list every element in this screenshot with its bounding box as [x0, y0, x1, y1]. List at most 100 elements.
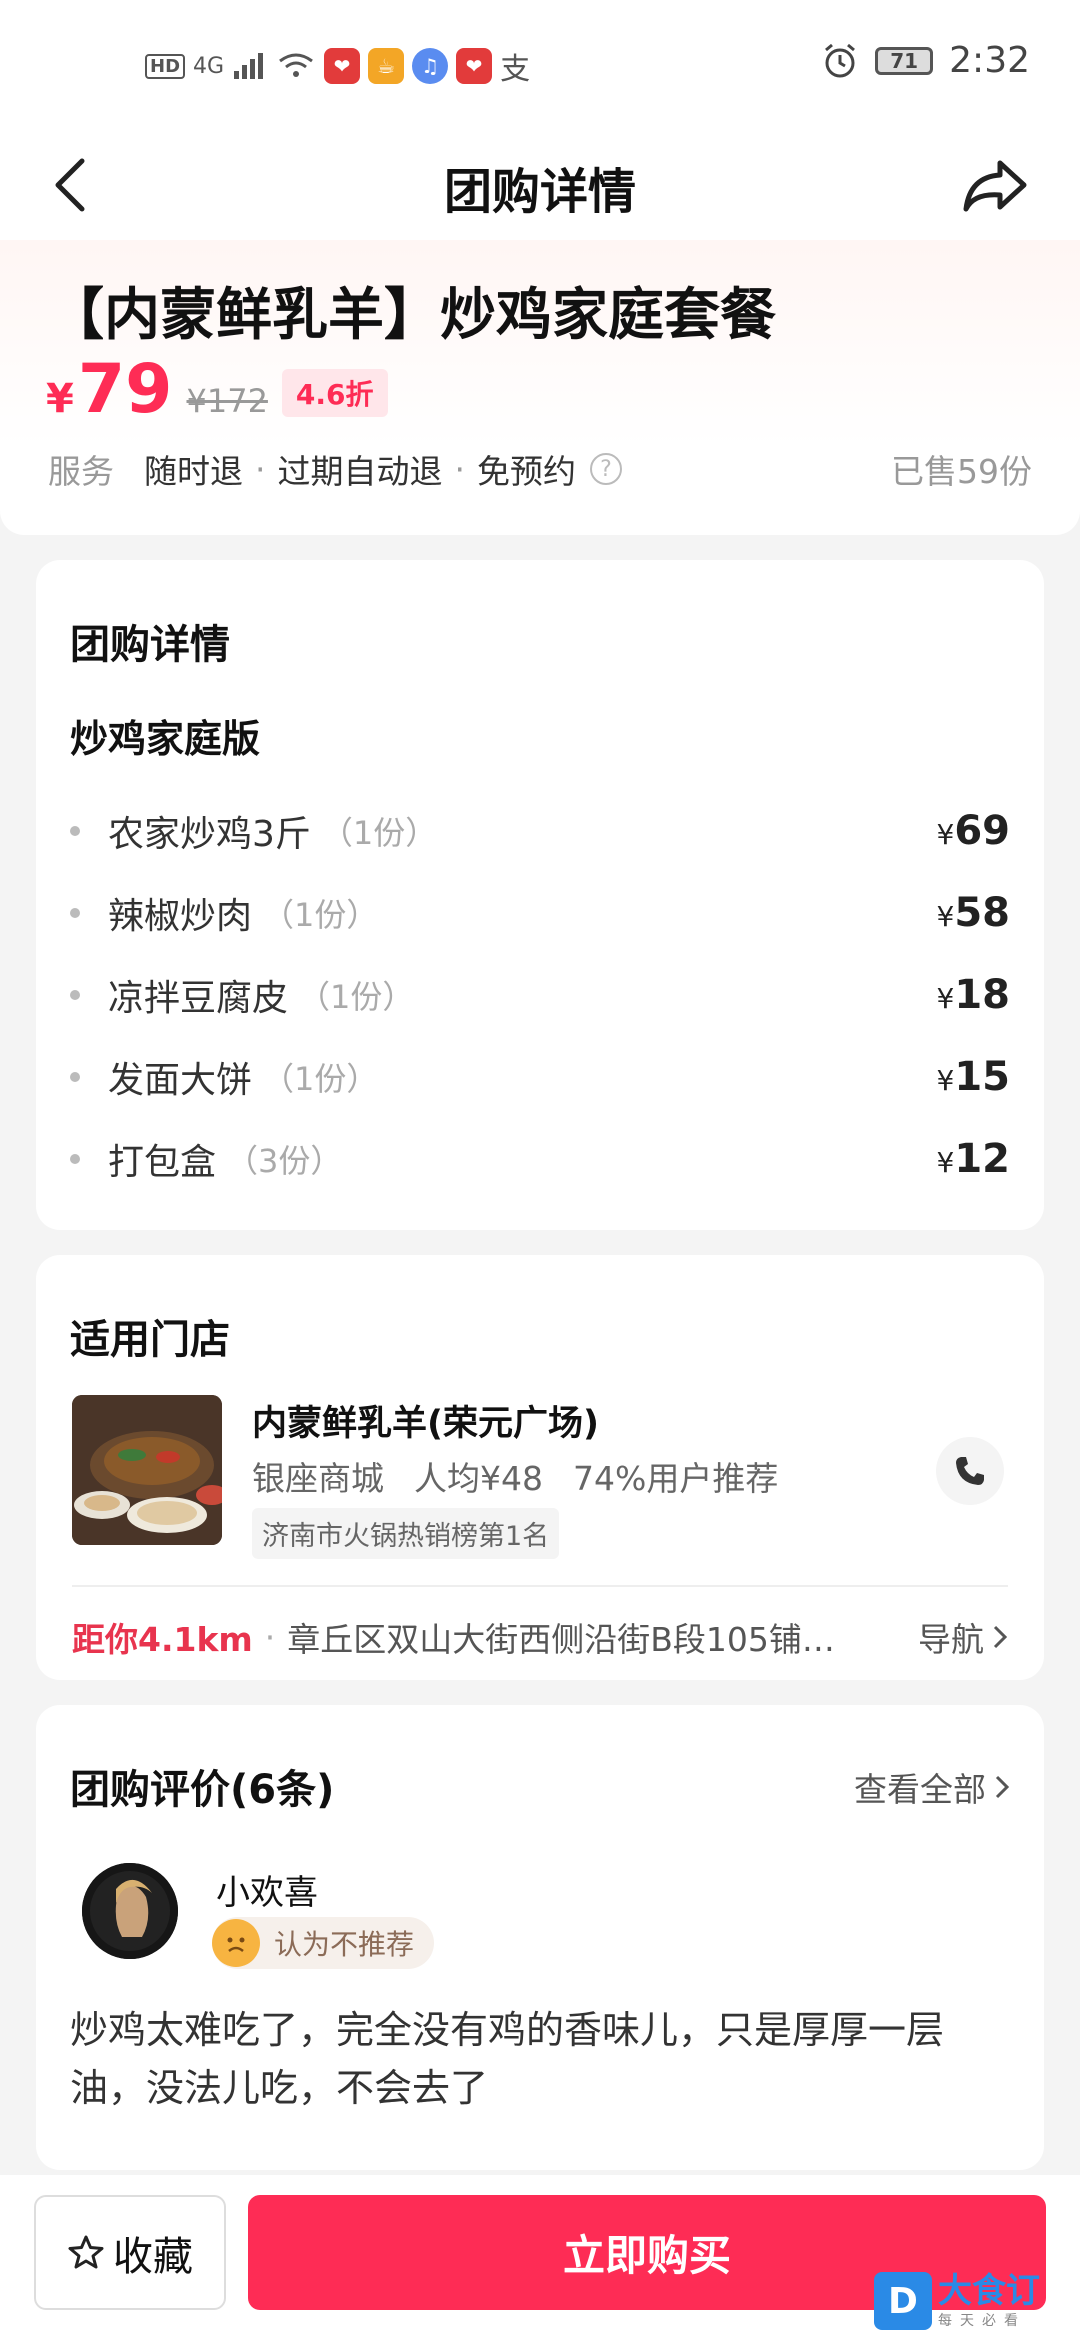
alipay-icon: 支: [500, 52, 531, 87]
bullet-icon: [70, 1154, 80, 1164]
item-price: ¥12: [937, 1136, 1011, 1182]
watermark-logo-icon: D: [874, 2272, 932, 2330]
item-qty: （1份）: [262, 896, 379, 934]
divider: [72, 1585, 1008, 1587]
price-row: ¥ 79 ¥172 4.6折: [46, 350, 388, 429]
status-right-icons: 71 2:32: [821, 40, 1030, 81]
status-left-icons: HD 4G ❤ ☕ ♫ ❤ 支: [145, 44, 530, 88]
deal-price: 79: [77, 350, 173, 429]
list-item: 发面大饼 （1份） ¥15: [70, 1036, 1010, 1118]
list-item: 凉拌豆腐皮 （1份） ¥18: [70, 954, 1010, 1036]
status-bar: HD 4G ❤ ☕ ♫ ❤ 支 71 2:32: [0, 0, 1080, 130]
store-per-capita: 人均¥48: [414, 1459, 543, 1498]
store-name[interactable]: 内蒙鲜乳羊(荣元广场): [252, 1395, 599, 1446]
location-row[interactable]: 距你4.1km · 章丘区双山大街西侧沿街B段105铺… 导航: [72, 1613, 1008, 1661]
currency-symbol: ¥: [46, 376, 74, 422]
view-all-label: 查看全部: [854, 1770, 986, 1809]
phone-icon: [956, 1457, 984, 1485]
list-item: 农家炒鸡3斤 （1份） ¥69: [70, 790, 1010, 872]
food-photo-icon: [72, 1395, 222, 1545]
rank-badge[interactable]: 济南市火锅热销榜第1名: [252, 1508, 560, 1559]
item-qty: （3份）: [226, 1142, 343, 1180]
navigate-label: 导航: [918, 1620, 984, 1659]
hd-badge: HD: [145, 53, 186, 79]
app-notification-icon: ❤: [324, 48, 361, 84]
bullet-icon: [70, 990, 80, 1000]
yen-symbol: ¥: [936, 818, 955, 851]
package-items: 农家炒鸡3斤 （1份） ¥69 辣椒炒肉 （1份） ¥58 凉拌豆腐皮 （1份）…: [70, 790, 1010, 1200]
store-address: 章丘区双山大街西侧沿街B段105铺…: [287, 1620, 835, 1659]
item-name: 农家炒鸡3斤: [108, 814, 311, 855]
discount-badge: 4.6折: [281, 369, 388, 417]
clock-time: 2:32: [949, 40, 1030, 81]
wifi-icon: [279, 53, 313, 77]
store-photo[interactable]: [72, 1395, 222, 1545]
navigate-button[interactable]: 导航: [918, 1613, 1008, 1661]
item-price-value: 15: [954, 1054, 1010, 1100]
item-price: ¥69: [937, 808, 1011, 854]
watermark: D 大食订 每天必看: [874, 2266, 1074, 2336]
section-title: 适用门店: [70, 1317, 230, 1363]
service-label: 服务: [48, 452, 114, 491]
item-price-value: 69: [954, 808, 1010, 854]
unhappy-face-icon: [212, 1919, 260, 1967]
reviewer-name[interactable]: 小欢喜: [216, 1865, 318, 1914]
page-title: 团购详情: [443, 164, 636, 220]
favorite-button[interactable]: 收藏: [34, 2195, 226, 2310]
music-app-icon: ♫: [412, 48, 449, 84]
call-button[interactable]: [936, 1437, 1004, 1505]
star-icon: [68, 2235, 104, 2268]
bullet-icon: [70, 1072, 80, 1082]
battery-icon: 71: [875, 46, 934, 75]
list-item: 辣椒炒肉 （1份） ¥58: [70, 872, 1010, 954]
avatar-image-icon: [82, 1863, 178, 1959]
store-mall: 银座商城: [252, 1459, 384, 1498]
view-all-button[interactable]: 查看全部: [854, 1763, 1010, 1811]
chevron-right-icon: [995, 1775, 1010, 1799]
share-button[interactable]: [950, 140, 1040, 230]
service-item: 随时退: [144, 452, 243, 491]
store-card[interactable]: 适用门店 内蒙鲜乳羊(荣元广场) 银座商城 人均¥48 74%用户推荐 济南市火…: [36, 1255, 1044, 1680]
item-price-value: 18: [954, 972, 1010, 1018]
network-4g-label: 4G: [193, 53, 225, 79]
bullet-icon: [70, 826, 80, 836]
chevron-right-icon: [993, 1625, 1008, 1649]
deal-title: 【内蒙鲜乳羊】炒鸡家庭套餐: [48, 283, 776, 348]
item-price-value: 58: [954, 890, 1010, 936]
item-price: ¥58: [937, 890, 1011, 936]
bullet-icon: [70, 908, 80, 918]
watermark-text: 大食订 每天必看: [938, 2272, 1040, 2330]
app-notification-icon: ❤: [456, 48, 493, 84]
item-name: 打包盒: [108, 1142, 217, 1183]
distance-label: 距你4.1km: [72, 1620, 253, 1659]
item-name: 发面大饼: [108, 1060, 253, 1101]
item-qty: （1份）: [262, 1060, 379, 1098]
favorite-label: 收藏: [113, 2233, 193, 2280]
help-icon[interactable]: ?: [590, 453, 622, 485]
store-meta: 银座商城 人均¥48 74%用户推荐: [252, 1452, 778, 1500]
share-icon: [963, 160, 1027, 212]
deal-detail-card: 团购详情 炒鸡家庭版 农家炒鸡3斤 （1份） ¥69 辣椒炒肉 （1份） ¥58…: [36, 560, 1044, 1230]
sold-count: 已售59份: [891, 452, 1032, 491]
separator-dot: ·: [454, 449, 466, 489]
deal-header: 【内蒙鲜乳羊】炒鸡家庭套餐 ¥ 79 ¥172 4.6折 服务 随时退 · 过期…: [0, 240, 1080, 535]
package-name: 炒鸡家庭版: [70, 717, 261, 761]
review-card: 团购评价(6条) 查看全部 小欢喜 认为不推荐 炒鸡太难吃了，完全没有鸡的香味儿…: [36, 1705, 1044, 2170]
yen-symbol: ¥: [936, 1146, 955, 1179]
section-title: 团购详情: [70, 622, 230, 668]
item-name: 凉拌豆腐皮: [108, 978, 289, 1019]
item-price: ¥15: [937, 1054, 1011, 1100]
item-price-value: 12: [954, 1136, 1010, 1182]
separator-dot: ·: [264, 1617, 276, 1657]
buy-now-label: 立即购买: [562, 2231, 731, 2280]
item-qty: （1份）: [298, 978, 415, 1016]
service-item: 过期自动退: [277, 452, 443, 491]
yen-symbol: ¥: [936, 982, 955, 1015]
section-title: 团购评价(6条): [70, 1767, 335, 1813]
signal-icon: [234, 53, 264, 79]
store-recommend-rate: 74%用户推荐: [573, 1459, 779, 1498]
service-row[interactable]: 服务 随时退 · 过期自动退 · 免预约 ? 已售59份: [48, 445, 1032, 493]
avatar[interactable]: [82, 1863, 178, 1959]
alarm-icon: [825, 43, 856, 77]
watermark-slogan: 每天必看: [938, 2313, 1026, 2329]
